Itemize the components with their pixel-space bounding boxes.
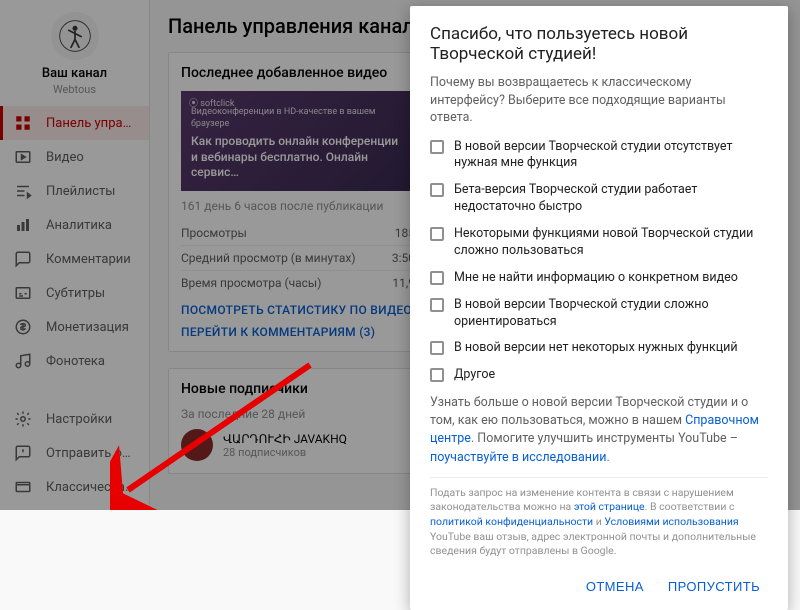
link-research[interactable]: поучаствуйте в исследовании bbox=[430, 450, 606, 465]
checkbox-option[interactable]: В новой версии Творческой студии отсутст… bbox=[430, 139, 768, 173]
dialog-legal: Подать запрос на изменение контента в св… bbox=[430, 477, 768, 559]
link-legal-page[interactable]: этой странице bbox=[574, 500, 645, 513]
checkbox-option[interactable]: Другое bbox=[430, 367, 768, 384]
link-privacy[interactable]: политикой конфиденциальности bbox=[430, 515, 593, 528]
checkbox-icon bbox=[430, 227, 444, 241]
checkbox-option[interactable]: Мне не найти информацию о конкретном вид… bbox=[430, 270, 768, 287]
dialog-info: Узнать больше о новой версии Творческой … bbox=[430, 394, 768, 467]
skip-button[interactable]: ПРОПУСТИТЬ bbox=[660, 573, 768, 600]
checkbox-option[interactable]: Бета-версия Творческой студии работает н… bbox=[430, 182, 768, 216]
dialog-title: Спасибо, что пользуетесь новой Творческо… bbox=[430, 24, 768, 64]
checkbox-option[interactable]: В новой версии нет некоторых нужных функ… bbox=[430, 340, 768, 357]
checkbox-option[interactable]: Некоторыми функциями новой Творческой ст… bbox=[430, 226, 768, 260]
checkbox-icon bbox=[430, 140, 444, 154]
checkbox-icon bbox=[430, 298, 444, 312]
link-terms[interactable]: Условиями использования bbox=[604, 515, 738, 528]
checkbox-icon bbox=[430, 341, 444, 355]
dialog-subtitle: Почему вы возвращаетесь к классическому … bbox=[430, 74, 768, 127]
cancel-button[interactable]: ОТМЕНА bbox=[578, 573, 652, 600]
checkbox-icon bbox=[430, 183, 444, 197]
checkbox-icon bbox=[430, 368, 444, 382]
feedback-dialog: Спасибо, что пользуетесь новой Творческо… bbox=[410, 6, 788, 610]
checkbox-icon bbox=[430, 271, 444, 285]
checkbox-option[interactable]: В новой версии Творческой студии сложно … bbox=[430, 297, 768, 331]
